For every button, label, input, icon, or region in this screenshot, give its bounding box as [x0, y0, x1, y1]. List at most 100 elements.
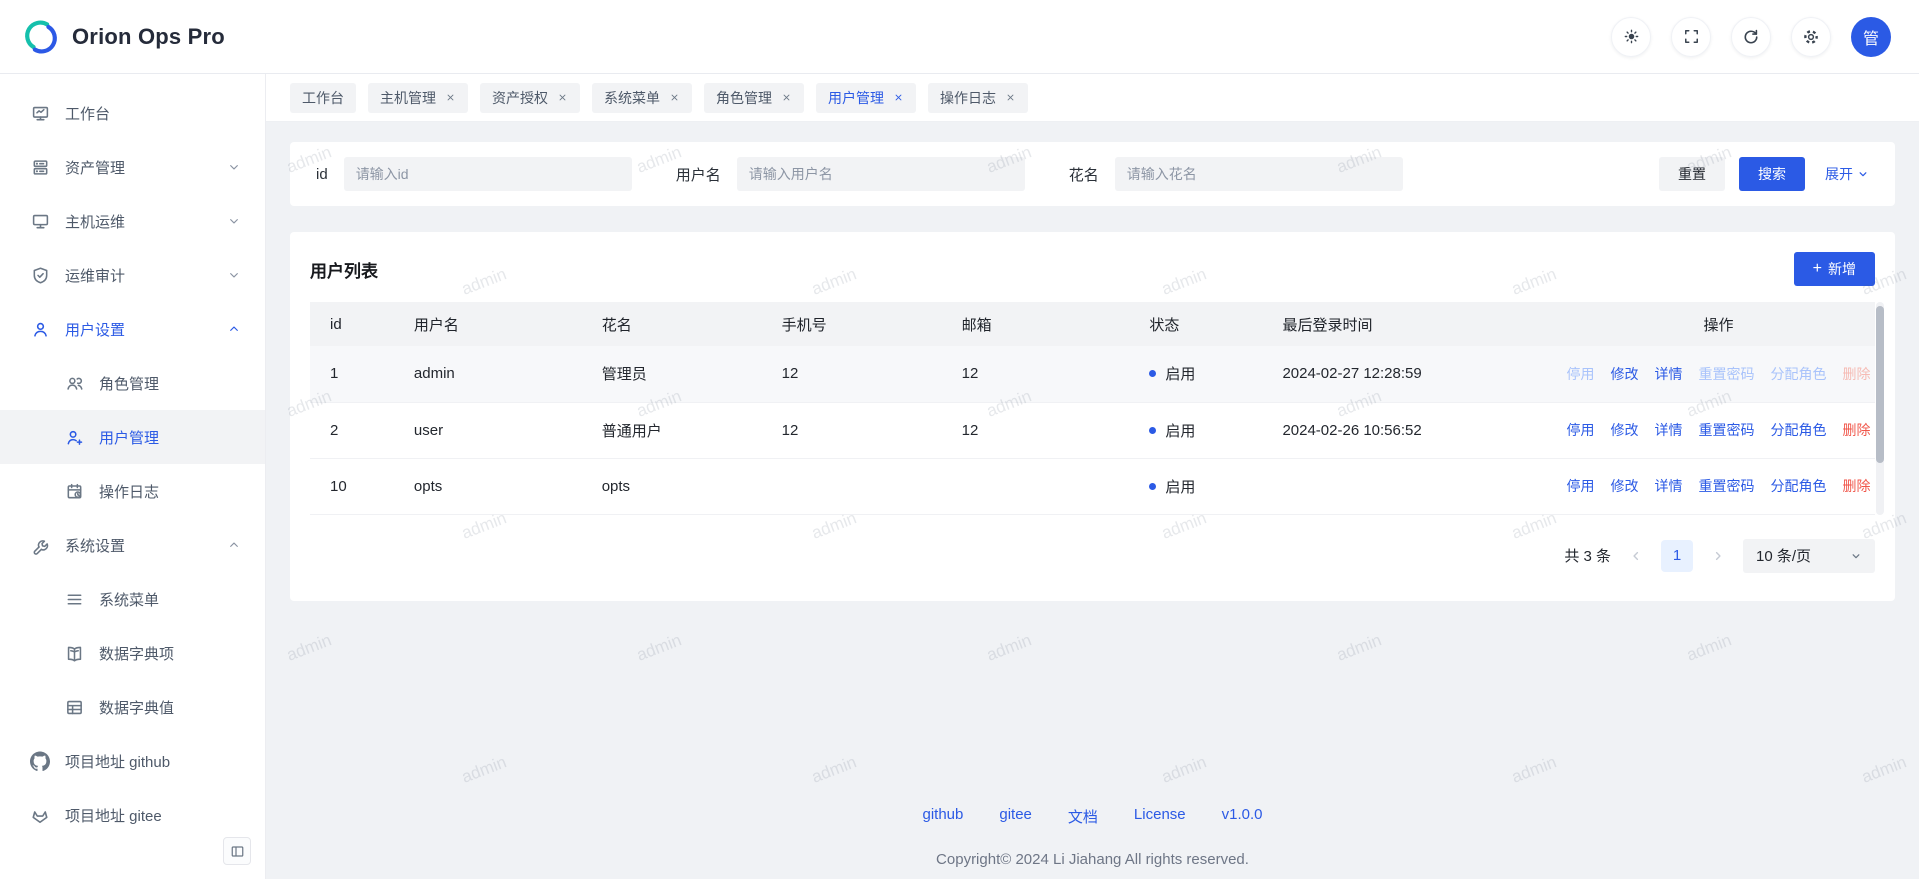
scrollbar-thumb[interactable] [1876, 306, 1884, 463]
action-delete[interactable]: 删除 [1842, 364, 1870, 384]
sidebar-item-system-menu[interactable]: 系统菜单 [0, 572, 265, 626]
fullscreen-button[interactable] [1671, 17, 1711, 57]
action-disable[interactable]: 停用 [1566, 476, 1594, 496]
action-reset-password[interactable]: 重置密码 [1698, 476, 1754, 496]
sidebar-item-host-ops[interactable]: 主机运维 [0, 194, 265, 248]
tab-operation-log[interactable]: 操作日志 [928, 83, 1028, 113]
tab-user-management[interactable]: 用户管理 [816, 83, 916, 113]
id-input[interactable] [344, 157, 632, 191]
footer-link-docs[interactable]: 文档 [1068, 806, 1098, 827]
action-assign-role[interactable]: 分配角色 [1770, 364, 1826, 384]
sidebar-item-user-settings[interactable]: 用户设置 [0, 302, 265, 356]
search-button[interactable]: 搜索 [1739, 157, 1805, 191]
action-reset-password[interactable]: 重置密码 [1698, 364, 1754, 384]
tab-role-management[interactable]: 角色管理 [704, 83, 804, 113]
cell-email: 12 [952, 402, 1140, 458]
sidebar-item-dict-values[interactable]: 数据字典值 [0, 680, 265, 734]
settings-button[interactable] [1791, 17, 1831, 57]
watermark-text: admin [984, 874, 1034, 879]
book-icon [64, 643, 84, 663]
action-edit[interactable]: 修改 [1610, 476, 1638, 496]
cell-email [952, 458, 1140, 514]
footer-link-gitee[interactable]: gitee [999, 806, 1032, 827]
action-detail[interactable]: 详情 [1654, 364, 1682, 384]
action-assign-role[interactable]: 分配角色 [1770, 476, 1826, 496]
page-content: adminadminadminadminadminadminadminadmin… [266, 122, 1919, 879]
tab-system-menu[interactable]: 系统菜单 [592, 83, 692, 113]
watermark-text: admin [459, 752, 509, 787]
footer-link-version[interactable]: v1.0.0 [1222, 806, 1263, 827]
chevron-up-icon [227, 322, 241, 336]
sidebar-item-asset-management[interactable]: 资产管理 [0, 140, 265, 194]
status-dot-icon [1149, 483, 1156, 490]
action-disable[interactable]: 停用 [1566, 420, 1594, 440]
wrench-icon [30, 535, 50, 555]
cell-id: 10 [310, 458, 404, 514]
footer-link-github[interactable]: github [923, 806, 964, 827]
avatar[interactable]: 管 [1851, 17, 1891, 57]
tab-label: 系统菜单 [604, 88, 660, 108]
add-user-label: 新增 [1828, 259, 1856, 279]
sidebar-item-ops-audit[interactable]: 运维审计 [0, 248, 265, 302]
user-table-wrap: id用户名花名手机号邮箱状态最后登录时间操作 1 admin 管理员 12 12… [310, 302, 1875, 515]
sidebar-item-label: 系统设置 [65, 535, 212, 556]
sidebar-item-label: 运维审计 [65, 265, 212, 286]
page-number[interactable]: 1 [1661, 540, 1693, 572]
action-detail[interactable]: 详情 [1654, 420, 1682, 440]
sidebar-item-user-management[interactable]: 用户管理 [0, 410, 265, 464]
action-disable[interactable]: 停用 [1566, 364, 1594, 384]
close-icon[interactable] [781, 92, 792, 103]
nickname-input[interactable] [1115, 157, 1403, 191]
sidebar-item-system-settings[interactable]: 系统设置 [0, 518, 265, 572]
action-detail[interactable]: 详情 [1654, 476, 1682, 496]
sidebar-item-label: 项目地址 github [65, 751, 241, 772]
chevron-down-icon [227, 214, 241, 228]
sidebar-item-label: 用户设置 [65, 319, 212, 340]
table-body: 1 admin 管理员 12 12 启用 2024-02-27 12:28:59… [310, 346, 1875, 514]
watermark-text: admin [1684, 874, 1734, 879]
sidebar-item-label: 数据字典值 [99, 697, 241, 718]
expand-toggle[interactable]: 展开 [1825, 164, 1869, 184]
add-user-button[interactable]: + 新增 [1794, 252, 1875, 286]
next-page-button[interactable] [1711, 549, 1725, 563]
prev-page-button[interactable] [1629, 549, 1643, 563]
action-edit[interactable]: 修改 [1610, 420, 1638, 440]
sidebar-item-github[interactable]: 项目地址 github [0, 734, 265, 788]
action-delete[interactable]: 删除 [1842, 420, 1870, 440]
close-icon[interactable] [557, 92, 568, 103]
close-icon[interactable] [669, 92, 680, 103]
tab-workbench[interactable]: 工作台 [290, 83, 356, 113]
action-assign-role[interactable]: 分配角色 [1770, 420, 1826, 440]
column-header-last-login: 最后登录时间 [1272, 302, 1562, 346]
page-size-select[interactable]: 10 条/页 [1743, 539, 1875, 573]
table-scrollbar[interactable] [1876, 302, 1884, 515]
column-header-username: 用户名 [404, 302, 592, 346]
action-edit[interactable]: 修改 [1610, 364, 1638, 384]
close-icon[interactable] [445, 92, 456, 103]
column-header-email: 邮箱 [952, 302, 1140, 346]
table-header-row: id用户名花名手机号邮箱状态最后登录时间操作 [310, 302, 1875, 346]
footer-link-license[interactable]: License [1134, 806, 1186, 827]
refresh-button[interactable] [1731, 17, 1771, 57]
theme-toggle-button[interactable] [1611, 17, 1651, 57]
action-reset-password[interactable]: 重置密码 [1698, 420, 1754, 440]
reset-button[interactable]: 重置 [1659, 157, 1725, 191]
sidebar-item-label: 操作日志 [99, 481, 241, 502]
fullscreen-icon [1683, 28, 1700, 45]
sidebar-item-label: 系统菜单 [99, 589, 241, 610]
tab-host-management[interactable]: 主机管理 [368, 83, 468, 113]
sidebar-item-role-management[interactable]: 角色管理 [0, 356, 265, 410]
close-icon[interactable] [1005, 92, 1016, 103]
cell-nickname: 管理员 [592, 346, 772, 402]
sidebar-item-operation-log[interactable]: 操作日志 [0, 464, 265, 518]
sidebar-item-gitee[interactable]: 项目地址 gitee [0, 788, 265, 842]
sidebar-item-workbench[interactable]: 工作台 [0, 86, 265, 140]
close-icon[interactable] [893, 92, 904, 103]
sidebar-item-dict-items[interactable]: 数据字典项 [0, 626, 265, 680]
username-input[interactable] [737, 157, 1025, 191]
action-delete[interactable]: 删除 [1842, 476, 1870, 496]
log-icon [64, 481, 84, 501]
column-header-id: id [310, 302, 404, 346]
sidebar-collapse-button[interactable] [223, 837, 251, 865]
tab-asset-authorization[interactable]: 资产授权 [480, 83, 580, 113]
